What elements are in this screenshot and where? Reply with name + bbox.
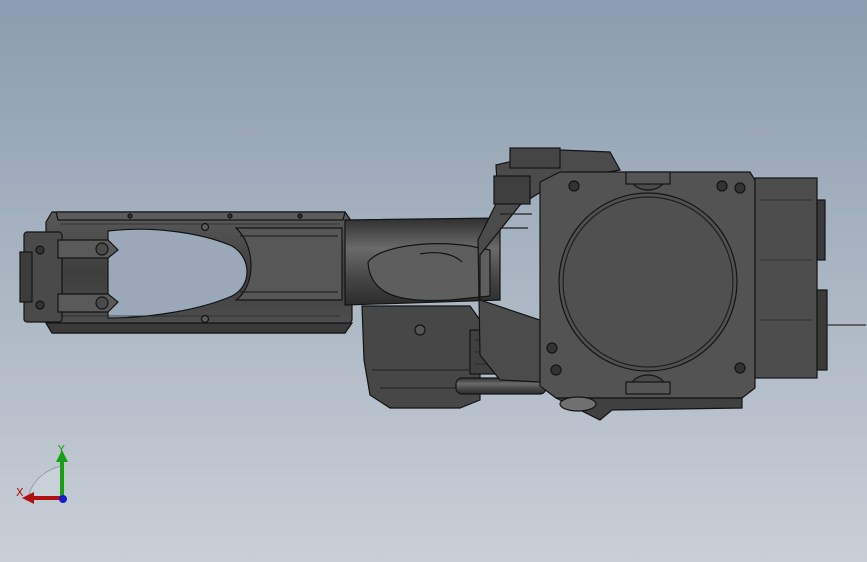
robot-arm-model[interactable] [0,0,867,562]
graphics-viewport[interactable]: X Y [0,0,867,562]
y-axis-label: Y [58,443,65,456]
base-motor-plate[interactable] [539,171,866,421]
upper-arm[interactable] [44,211,354,334]
x-axis-label: X [16,486,24,499]
coordinate-triad [22,450,68,504]
elbow-tube[interactable] [344,217,501,306]
z-axis-dot [59,495,67,503]
